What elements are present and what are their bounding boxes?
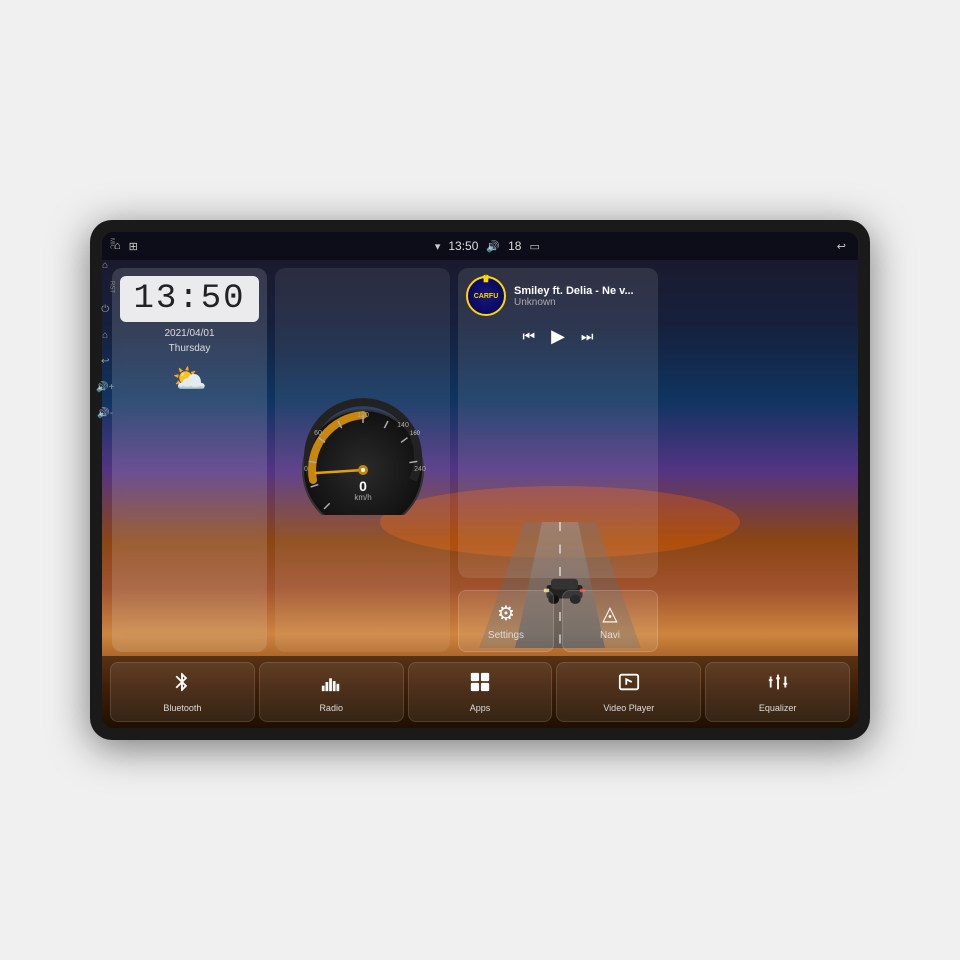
wifi-icon: ▾ [435, 240, 441, 253]
svg-text:0: 0 [304, 466, 308, 473]
svg-text:140: 140 [397, 422, 409, 429]
radio-button[interactable]: Radio [259, 662, 404, 722]
home-side-icon2[interactable]: ⌂ [96, 325, 114, 345]
navi-icon: ◬ [602, 601, 617, 626]
side-labels-container: MIC ⌂ RST ⏻ ⌂ ↩ 🔊+ 🔊- [96, 220, 114, 423]
music-logo: CARFU [466, 276, 506, 316]
quick-buttons-row: ⚙ Settings ◬ Navi [458, 590, 658, 652]
volume-icon: 🔊 [486, 240, 500, 253]
status-volume: 18 [508, 239, 521, 253]
clock-date: 2021/04/01 [120, 328, 259, 339]
next-button[interactable]: ⏭ [581, 328, 594, 345]
speedometer-widget: 0 60 120 140 160 240 0 [275, 268, 450, 652]
svg-text:km/h: km/h [354, 493, 371, 502]
settings-button[interactable]: ⚙ Settings [458, 590, 554, 652]
navi-label: Navi [600, 630, 620, 641]
status-center: ▾ 13:50 🔊 18 ▭ [435, 239, 540, 253]
speedometer-svg: 0 60 120 140 160 240 0 [288, 395, 438, 515]
music-logo-text: CARFU [474, 293, 499, 300]
play-button[interactable]: ▶ [551, 326, 565, 347]
battery-icon: ▭ [529, 240, 539, 253]
power-side-icon[interactable]: ⏻ [96, 299, 114, 319]
equalizer-icon [767, 671, 789, 699]
music-info: Smiley ft. Delia - Ne v... Unknown [514, 285, 650, 308]
mic-label: MIC [96, 238, 114, 249]
music-artist: Unknown [514, 297, 650, 308]
music-controls: ⏮ ▶ ⏭ [466, 326, 650, 347]
clock-time: 13:50 [128, 280, 251, 318]
svg-text:160: 160 [409, 431, 420, 437]
svg-text:240: 240 [414, 466, 426, 473]
rst-label: RST [96, 281, 114, 293]
prev-button[interactable]: ⏮ [522, 328, 535, 345]
status-time: 13:50 [448, 239, 478, 253]
vol-up-icon[interactable]: 🔊+ [96, 377, 114, 397]
svg-text:0: 0 [359, 478, 367, 494]
settings-label: Settings [488, 630, 524, 641]
radio-icon [320, 671, 342, 699]
bluetooth-label: Bluetooth [163, 703, 201, 713]
apps-label: Apps [470, 703, 491, 713]
radio-label: Radio [319, 703, 343, 713]
music-header: CARFU Smiley ft. Delia - Ne v... Unknown [466, 276, 650, 316]
device-frame: MIC ⌂ RST ⏻ ⌂ ↩ 🔊+ 🔊- ⌂ ⊞ ▾ 13:50 🔊 18 ▭… [90, 220, 870, 740]
main-area: 13:50 2021/04/01 Thursday ⛅ [102, 260, 858, 728]
clock-display: 13:50 [120, 276, 259, 322]
apps-icon [469, 671, 491, 699]
music-title: Smiley ft. Delia - Ne v... [514, 285, 650, 297]
status-bar: ⌂ ⊞ ▾ 13:50 🔊 18 ▭ ↩ [102, 232, 858, 260]
home-side-icon[interactable]: ⌂ [96, 255, 114, 275]
vol-down-icon[interactable]: 🔊- [96, 403, 114, 423]
clock-day: Thursday [120, 343, 259, 354]
video-player-icon [618, 671, 640, 699]
video-player-label: Video Player [603, 703, 654, 713]
equalizer-button[interactable]: Equalizer [705, 662, 850, 722]
widgets-row: 13:50 2021/04/01 Thursday ⛅ [102, 260, 858, 656]
screen: ⌂ ⊞ ▾ 13:50 🔊 18 ▭ ↩ [102, 232, 858, 728]
svg-text:120: 120 [357, 412, 369, 419]
back-side-icon[interactable]: ↩ [96, 351, 114, 371]
settings-icon: ⚙ [497, 601, 515, 626]
equalizer-label: Equalizer [759, 703, 797, 713]
apps-button[interactable]: Apps [408, 662, 553, 722]
bluetooth-icon [171, 671, 193, 699]
clock-widget: 13:50 2021/04/01 Thursday ⛅ [112, 268, 267, 652]
right-column: CARFU Smiley ft. Delia - Ne v... Unknown… [458, 268, 658, 652]
weather-icon: ⛅ [120, 362, 259, 395]
bottom-bar: Bluetooth Radio [102, 656, 858, 728]
video-player-button[interactable]: Video Player [556, 662, 701, 722]
speedometer-container: 0 60 120 140 160 240 0 [288, 395, 438, 525]
bluetooth-button[interactable]: Bluetooth [110, 662, 255, 722]
app-icon[interactable]: ⊞ [129, 240, 138, 253]
svg-text:60: 60 [314, 430, 322, 437]
music-widget[interactable]: CARFU Smiley ft. Delia - Ne v... Unknown… [458, 268, 658, 578]
back-icon[interactable]: ↩ [837, 240, 846, 253]
status-left: ⌂ ⊞ [114, 240, 138, 253]
status-right: ↩ [837, 240, 846, 253]
home-icon[interactable]: ⌂ [114, 240, 121, 252]
navi-button[interactable]: ◬ Navi [562, 590, 658, 652]
